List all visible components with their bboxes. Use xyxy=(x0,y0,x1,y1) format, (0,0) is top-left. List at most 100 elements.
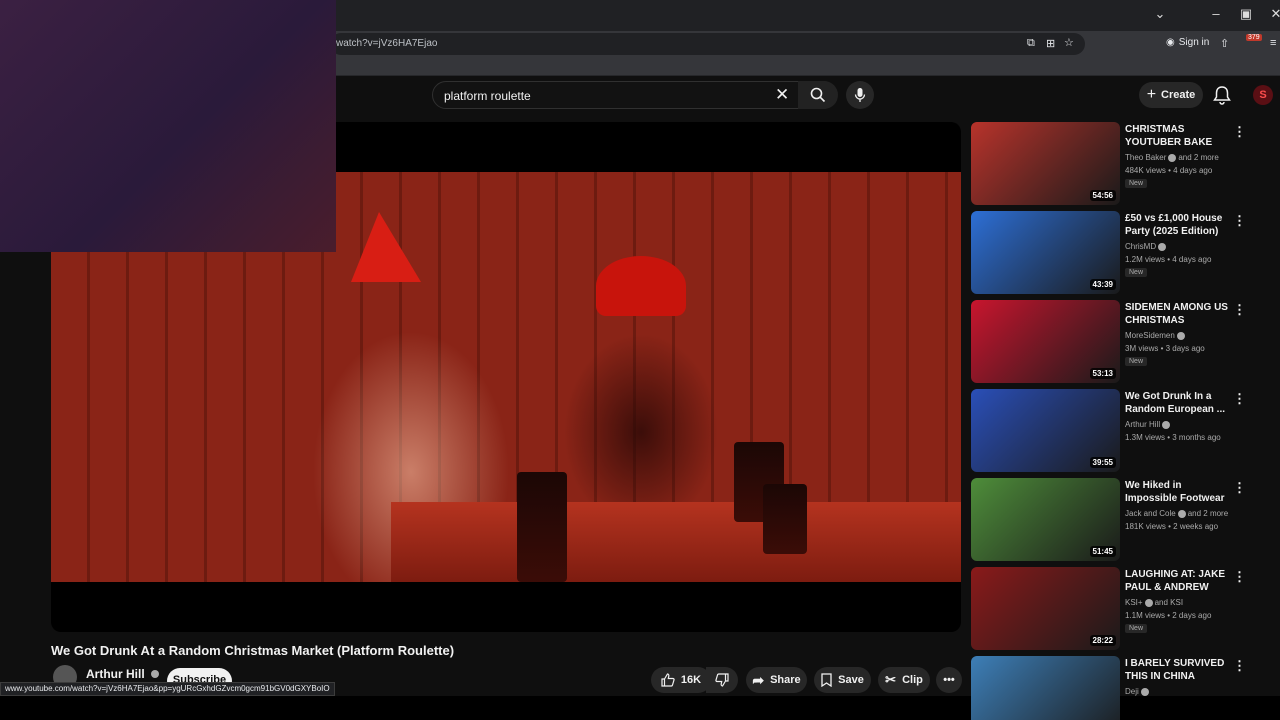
more-actions-button[interactable]: ••• xyxy=(936,667,962,693)
bookmark-icon xyxy=(821,673,832,687)
share-button[interactable]: ➦ Share xyxy=(746,667,807,693)
notifications-button[interactable] xyxy=(1213,85,1231,110)
recommendation-item[interactable]: 28:22 LAUGHING AT: JAKE PAUL & ANDREW TA… xyxy=(971,567,1261,651)
new-badge: New xyxy=(1125,268,1148,277)
install-app-icon[interactable]: ⊞ xyxy=(1046,37,1055,50)
santa-hat xyxy=(596,256,686,316)
recommendation-thumbnail[interactable]: 39:55 xyxy=(971,389,1120,472)
dislike-button[interactable] xyxy=(706,667,738,693)
recommendation-item[interactable]: 43:39 £50 vs £1,000 House Party (2025 Ed… xyxy=(971,211,1261,295)
beer-glass xyxy=(517,472,567,582)
channel-extra: and KSI xyxy=(1154,598,1184,607)
channel-name-label: Arthur Hill xyxy=(86,667,145,681)
channel-extra: and 2 more xyxy=(1187,509,1229,518)
recommendation-stats: 3M views • 3 days ago xyxy=(1125,344,1205,353)
cast-icon[interactable]: ⧉ xyxy=(1027,37,1035,50)
verified-icon xyxy=(1144,598,1153,607)
address-url: watch?v=jVz6HA7Ejao xyxy=(336,38,438,49)
browser-menu-icon[interactable]: ≡ xyxy=(1270,37,1276,49)
recommendation-title[interactable]: LAUGHING AT: JAKE PAUL & ANDREW TATE xyxy=(1125,568,1235,594)
recommendation-title[interactable]: We Got Drunk In a Random European ... xyxy=(1125,390,1235,416)
create-button[interactable]: + Create xyxy=(1139,82,1203,108)
minimize-icon[interactable]: – xyxy=(1206,6,1226,21)
recommendation-stats: 1.2M views • 4 days ago xyxy=(1125,255,1212,264)
recommendation-thumbnail[interactable]: 54:56 xyxy=(971,122,1120,205)
tab-search-icon[interactable]: ⌄ xyxy=(1150,6,1170,22)
recommendation-item[interactable]: 54:56 CHRISTMAS YOUTUBER BAKE OFF! Theo … xyxy=(971,122,1261,206)
recommendation-channel[interactable]: Arthur Hill xyxy=(1125,418,1172,431)
more-vertical-icon[interactable]: ⋮ xyxy=(1233,302,1246,318)
recommendation-channel[interactable]: Jack and Cole and 2 more xyxy=(1125,507,1228,520)
webcam-overlay xyxy=(0,0,336,252)
recommendation-title[interactable]: £50 vs £1,000 House Party (2025 Edition) xyxy=(1125,212,1235,238)
bookmark-star-icon[interactable]: ☆ xyxy=(1064,36,1074,49)
video-table xyxy=(391,502,961,582)
link-status-bar: www.youtube.com/watch?v=jVz6HA7Ejao&pp=y… xyxy=(0,682,335,696)
verified-icon xyxy=(1140,687,1149,696)
recommendation-thumbnail[interactable] xyxy=(971,656,1120,720)
thumbs-up-icon xyxy=(661,673,675,687)
more-vertical-icon[interactable]: ⋮ xyxy=(1233,480,1246,496)
clip-label: Clip xyxy=(902,674,923,686)
recommendation-stats: 1.1M views • 2 days ago xyxy=(1125,611,1212,620)
like-button[interactable]: 16K xyxy=(651,667,711,693)
account-avatar[interactable]: S xyxy=(1253,85,1273,105)
search-button[interactable] xyxy=(798,81,838,109)
recommendation-stats: 1.3M views • 3 months ago xyxy=(1125,433,1221,442)
video-duration: 28:22 xyxy=(1089,635,1116,646)
scissors-icon: ✂ xyxy=(885,672,897,687)
voice-search-button[interactable] xyxy=(846,81,874,109)
clip-button[interactable]: ✂ Clip xyxy=(878,667,930,693)
recommendation-channel[interactable]: Theo Baker and 2 more xyxy=(1125,151,1219,164)
channel-label: KSI+ xyxy=(1125,598,1143,607)
recommendation-title[interactable]: I BARELY SURVIVED THIS IN CHINA xyxy=(1125,657,1235,683)
thumbs-down-icon xyxy=(715,673,729,687)
recommendation-thumbnail[interactable]: 53:13 xyxy=(971,300,1120,383)
recommendation-thumbnail[interactable]: 51:45 xyxy=(971,478,1120,561)
recommendation-channel[interactable]: MoreSidemen xyxy=(1125,329,1187,342)
more-vertical-icon[interactable]: ⋮ xyxy=(1233,569,1246,585)
plus-icon: + xyxy=(1146,86,1157,103)
recommendation-item[interactable]: 39:55 We Got Drunk In a Random European … xyxy=(971,389,1261,473)
recommendation-stats: 181K views • 2 weeks ago xyxy=(1125,522,1219,531)
channel-label: MoreSidemen xyxy=(1125,331,1175,340)
recommendation-stats: 484K views • 4 days ago xyxy=(1125,166,1213,175)
recommendation-item[interactable]: 51:45 We Hiked in Impossible Footwear Ja… xyxy=(971,478,1261,562)
recommendation-thumbnail[interactable]: 43:39 xyxy=(971,211,1120,294)
restore-icon[interactable]: ▣ xyxy=(1236,6,1256,22)
extensions-icon[interactable]: ⇧ xyxy=(1220,37,1229,50)
video-duration: 53:13 xyxy=(1089,368,1116,379)
clear-search-icon[interactable]: ✕ xyxy=(775,85,789,105)
share-icon: ➦ xyxy=(752,671,765,688)
save-label: Save xyxy=(838,674,864,686)
recommendation-channel[interactable]: ChrisMD xyxy=(1125,240,1168,253)
new-badge: New xyxy=(1125,624,1148,633)
recommendation-title[interactable]: CHRISTMAS YOUTUBER BAKE OFF! xyxy=(1125,123,1235,149)
search-input[interactable]: platform roulette xyxy=(444,89,531,103)
close-window-icon[interactable]: ✕ xyxy=(1266,6,1280,22)
save-button[interactable]: Save xyxy=(814,667,871,693)
more-vertical-icon[interactable]: ⋮ xyxy=(1233,124,1246,140)
santa-hat xyxy=(351,212,421,282)
recommendation-item[interactable]: 53:13 SIDEMEN AMONG US CHRISTMAS SPECIAL… xyxy=(971,300,1261,384)
sign-in-button[interactable]: ◉ Sign in xyxy=(1166,37,1209,48)
recommendation-channel[interactable]: Deji xyxy=(1125,685,1151,698)
video-duration: 51:45 xyxy=(1089,546,1116,557)
recommendation-channel[interactable]: KSI+ and KSI xyxy=(1125,596,1183,609)
video-title: We Got Drunk At a Random Christmas Marke… xyxy=(51,643,455,658)
more-vertical-icon[interactable]: ⋮ xyxy=(1233,658,1246,674)
recommendation-item[interactable]: I BARELY SURVIVED THIS IN CHINA Deji ⋮ xyxy=(971,656,1261,720)
recommendation-title[interactable]: We Hiked in Impossible Footwear xyxy=(1125,479,1235,505)
profile-icon: ◉ xyxy=(1166,37,1175,48)
new-badge: New xyxy=(1125,357,1148,366)
channel-label: Deji xyxy=(1125,687,1139,696)
more-vertical-icon[interactable]: ⋮ xyxy=(1233,213,1246,229)
recommendation-thumbnail[interactable]: 28:22 xyxy=(971,567,1120,650)
recommendation-title[interactable]: SIDEMEN AMONG US CHRISTMAS SPECIAL... xyxy=(1125,301,1235,327)
channel-name[interactable]: Arthur Hill xyxy=(86,667,161,681)
search-box[interactable]: platform roulette ✕ xyxy=(432,81,838,109)
address-bar[interactable]: watch?v=jVz6HA7Ejao ⧉ ⊞ ☆ xyxy=(330,33,1085,55)
more-vertical-icon[interactable]: ⋮ xyxy=(1233,391,1246,407)
channel-label: Arthur Hill xyxy=(1125,420,1161,429)
extension-badge[interactable]: 379 xyxy=(1246,34,1262,41)
